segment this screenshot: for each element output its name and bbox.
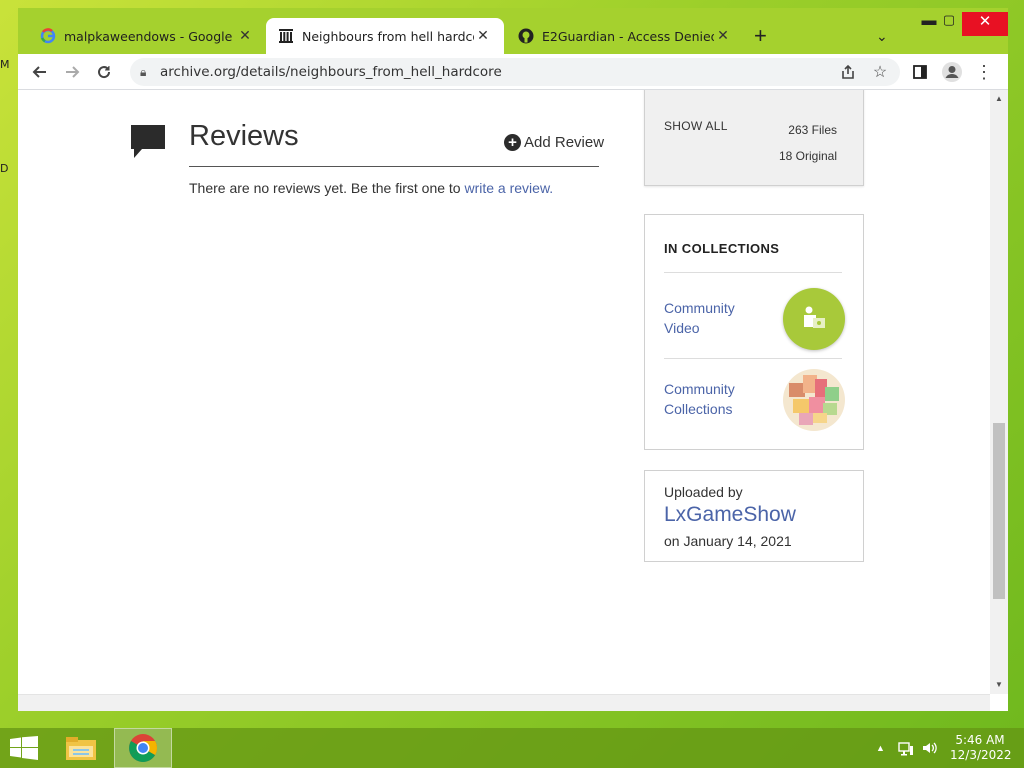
plus-circle-icon: + <box>504 134 521 151</box>
page-content: Reviews + Add Review There are no review… <box>18 90 990 694</box>
forward-arrow-icon[interactable] <box>60 60 84 84</box>
upload-date: on January 14, 2021 <box>664 533 792 549</box>
tab-title: Neighbours from hell hardcore : Free <box>302 28 474 44</box>
browser-window: malpkaweendows - Google Search ✕ Neighbo… <box>18 8 1008 711</box>
chrome-taskbar-button[interactable] <box>114 728 172 768</box>
collection-link-community-video[interactable]: Community Video <box>664 298 774 338</box>
lock-icon: 🔒︎ <box>140 64 147 79</box>
collections-divider <box>664 272 842 273</box>
network-icon[interactable] <box>898 740 914 759</box>
desktop-icon-label: M <box>0 58 10 71</box>
google-icon <box>40 28 56 44</box>
original-count: 18 Original <box>778 149 837 163</box>
collection-link-community-collections[interactable]: Community Collections <box>664 379 774 419</box>
file-explorer-taskbar-button[interactable] <box>52 728 110 768</box>
clock-time: 5:46 AM <box>955 733 1005 747</box>
reviews-heading: Reviews <box>189 120 299 152</box>
close-window-icon[interactable]: ✕ <box>962 12 1008 36</box>
volume-icon[interactable] <box>922 740 938 759</box>
address-bar[interactable]: 🔒︎ archive.org/details/neighbours_from_h… <box>130 58 900 86</box>
tab-archive-details[interactable]: Neighbours from hell hardcore : Free ✕ <box>266 18 504 54</box>
desktop-icon-label: D <box>0 162 9 175</box>
collage-icon <box>783 369 845 431</box>
scroll-down-arrow-icon[interactable]: ▼ <box>990 680 1008 689</box>
share-icon[interactable] <box>836 60 860 84</box>
side-panel-icon[interactable] <box>908 60 932 84</box>
uploaded-by-label: Uploaded by <box>664 484 743 500</box>
vertical-scrollbar[interactable]: ▲ ▼ <box>990 90 1008 694</box>
video-collection-icon <box>804 306 825 328</box>
windows-start-icon[interactable] <box>10 736 38 765</box>
uploader-link[interactable]: LxGameShow <box>664 503 796 527</box>
uploader-panel: Uploaded by LxGameShow on January 14, 20… <box>644 470 864 562</box>
collections-panel: IN COLLECTIONS Community Video Community… <box>644 214 864 450</box>
close-tab-icon[interactable]: ✕ <box>236 28 254 44</box>
reviews-empty-text: There are no reviews yet. Be the first o… <box>189 180 465 196</box>
speech-bubble-icon <box>130 124 166 165</box>
scrollbar-thumb[interactable] <box>993 423 1005 599</box>
tab-google-search[interactable]: malpkaweendows - Google Search ✕ <box>28 18 266 54</box>
archive-icon <box>278 28 294 44</box>
back-arrow-icon[interactable] <box>28 60 52 84</box>
taskbar: ▲ 5:46 AM 12/3/2022 <box>0 728 1024 768</box>
tab-strip: malpkaweendows - Google Search ✕ Neighbo… <box>18 8 1008 54</box>
reload-icon[interactable] <box>92 60 116 84</box>
close-tab-icon[interactable]: ✕ <box>714 28 732 44</box>
bookmark-star-icon[interactable]: ☆ <box>868 60 892 84</box>
menu-kebab-icon[interactable]: ⋮ <box>972 60 996 84</box>
show-hidden-icons-chevron-icon[interactable]: ▲ <box>876 743 885 753</box>
reviews-empty-message: There are no reviews yet. Be the first o… <box>189 180 553 196</box>
tab-title: E2Guardian - Access Denied <box>542 28 714 44</box>
chrome-icon <box>129 734 157 762</box>
tab-search-chevron-icon[interactable]: ⌄ <box>876 28 888 45</box>
reviews-divider <box>189 166 599 167</box>
download-options-panel: SHOW ALL 263 Files 18 Original <box>644 90 864 186</box>
github-icon <box>518 28 534 44</box>
system-clock[interactable]: 5:46 AM 12/3/2022 <box>950 733 1012 763</box>
profile-avatar-icon[interactable] <box>940 60 964 84</box>
browser-toolbar: 🔒︎ archive.org/details/neighbours_from_h… <box>18 54 1008 90</box>
show-all-link[interactable]: SHOW ALL <box>664 119 728 133</box>
url-text: archive.org/details/neighbours_from_hell… <box>160 64 502 80</box>
horizontal-scrollbar[interactable] <box>18 694 990 711</box>
add-review-label: Add Review <box>524 134 605 151</box>
close-tab-icon[interactable]: ✕ <box>474 28 492 44</box>
files-count: 263 Files <box>788 123 837 137</box>
tab-title: malpkaweendows - Google Search <box>64 28 236 44</box>
write-review-link[interactable]: write a review. <box>464 180 553 196</box>
clock-date: 12/3/2022 <box>950 748 1012 762</box>
folder-icon <box>66 737 96 760</box>
scroll-up-arrow-icon[interactable]: ▲ <box>990 94 1008 103</box>
maximize-icon[interactable]: ▢ <box>932 12 966 36</box>
community-collections-thumbnail[interactable] <box>783 369 845 431</box>
tab-e2guardian[interactable]: E2Guardian - Access Denied ✕ <box>506 18 744 54</box>
collections-heading: IN COLLECTIONS <box>664 241 780 256</box>
new-tab-button[interactable]: + <box>754 25 767 47</box>
collections-divider <box>664 358 842 359</box>
add-review-button[interactable]: + Add Review <box>504 134 604 151</box>
community-video-thumbnail[interactable] <box>783 288 845 350</box>
